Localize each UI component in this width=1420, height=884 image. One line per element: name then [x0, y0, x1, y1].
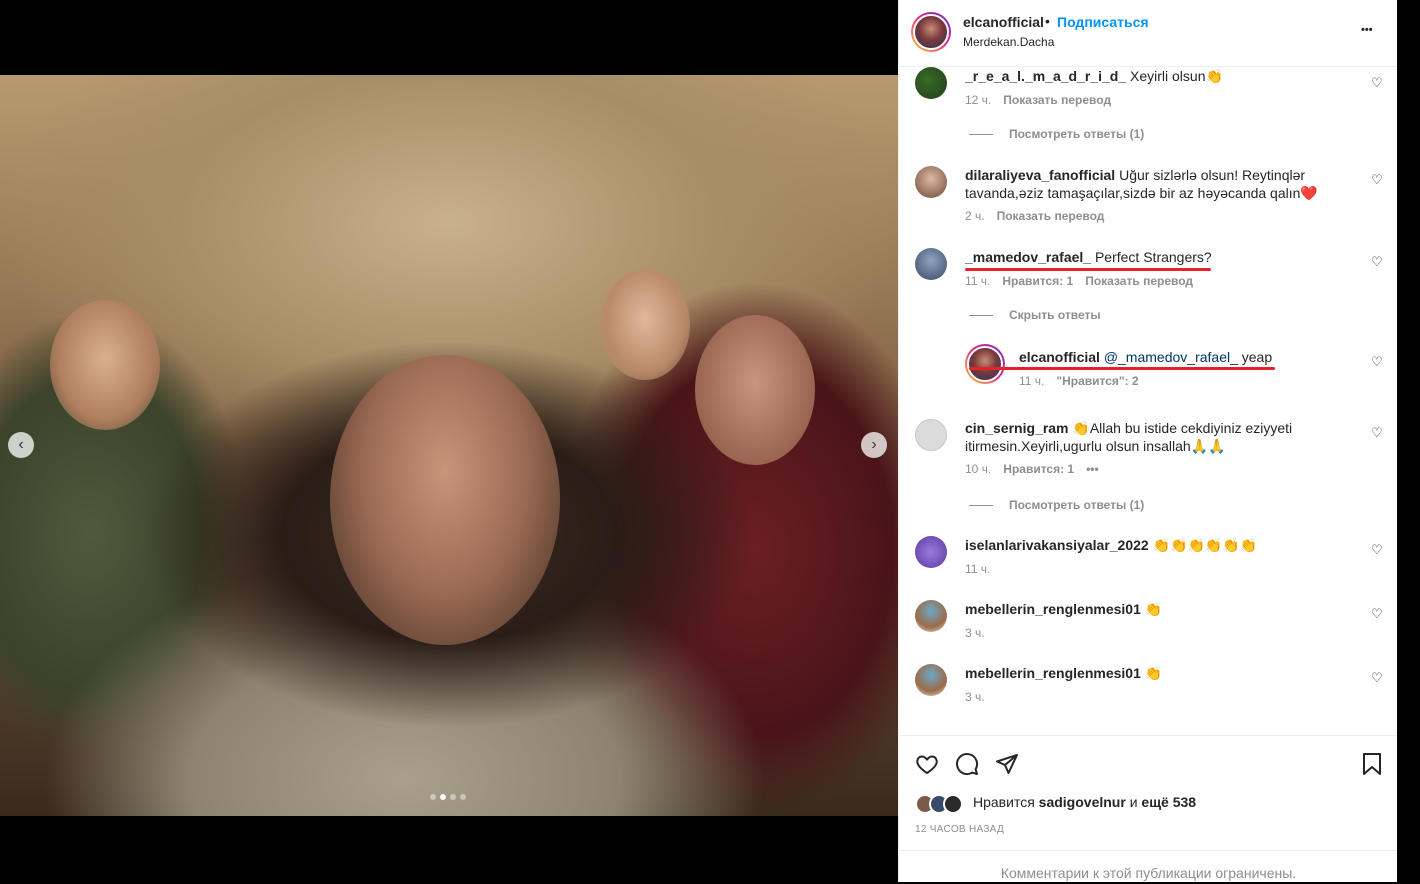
likes-summary: Нравится sadigovelnur и ещё 538 [973, 794, 1196, 810]
comment-text: 👏 [1144, 665, 1163, 681]
slide-dot [430, 794, 436, 800]
header-separator: • [1045, 13, 1050, 29]
like-count[interactable]: Нравится: 1 [1002, 274, 1073, 288]
photo-face-right [695, 315, 815, 465]
comment-username[interactable]: iselanlarivakansiyalar_2022 [965, 537, 1149, 553]
translate-button[interactable]: Показать перевод [1085, 274, 1193, 288]
comment-mention[interactable]: @_mamedov_rafael_ [1104, 349, 1238, 365]
comment-avatar[interactable] [915, 664, 947, 696]
post-side-panel: elcanofficial • Подписаться Merdekan.Dac… [898, 0, 1398, 884]
highlight-underline [965, 268, 1211, 271]
comment-time[interactable]: 12 ч. [965, 93, 991, 107]
comment-avatar[interactable] [915, 419, 947, 451]
like-count[interactable]: "Нравится": 2 [1056, 374, 1138, 388]
bookmark-icon[interactable] [1361, 752, 1383, 776]
view-replies-button[interactable]: Посмотреть ответы (1) [969, 127, 1144, 141]
more-icon[interactable]: ••• [1361, 22, 1373, 38]
comment-avatar[interactable] [915, 536, 947, 568]
comment-avatar[interactable] [915, 67, 947, 99]
heart-icon[interactable]: ♡ [1371, 172, 1383, 188]
page-edge [1397, 0, 1420, 882]
translate-button[interactable]: Показать перевод [1003, 93, 1111, 107]
comment-avatar[interactable] [915, 600, 947, 632]
share-icon[interactable] [995, 752, 1019, 776]
comment-options-button[interactable]: ••• [1086, 462, 1099, 476]
hide-replies-button[interactable]: Скрыть ответы [969, 308, 1101, 322]
slide-dot [460, 794, 466, 800]
next-slide-button[interactable]: › [861, 432, 887, 458]
prev-slide-button[interactable]: ‹ [8, 432, 34, 458]
comment-text: 👏👏👏👏👏👏 [1152, 537, 1258, 553]
comment-time[interactable]: 2 ч. [965, 209, 985, 223]
photo-face-center [600, 270, 690, 380]
heart-icon[interactable]: ♡ [1371, 254, 1383, 270]
post-header: elcanofficial • Подписаться Merdekan.Dac… [899, 0, 1398, 67]
comment-text: yeap [1241, 349, 1273, 365]
heart-icon[interactable]: ♡ [1371, 670, 1383, 686]
follow-button[interactable]: Подписаться [1057, 14, 1149, 30]
comment-avatar[interactable] [915, 166, 947, 198]
liker-avatar[interactable] [943, 794, 963, 814]
view-replies-button[interactable]: Посмотреть ответы (1) [969, 498, 1144, 512]
comment-time[interactable]: 11 ч. [1019, 374, 1044, 388]
slide-indicator [430, 794, 466, 800]
author-avatar[interactable] [911, 12, 951, 52]
comment-list[interactable]: _r_e_a_l._m_a_d_r_i_d_ Xeyirli olsun👏 12… [899, 67, 1398, 735]
comment-icon[interactable] [955, 752, 979, 776]
comment-time[interactable]: 10 ч. [965, 462, 991, 476]
likes-user[interactable]: sadigovelnur [1039, 794, 1126, 810]
post-time[interactable]: 12 ЧАСОВ НАЗАД [915, 824, 1004, 835]
comment-username[interactable]: mebellerin_renglenmesi01 [965, 665, 1141, 681]
comment-time[interactable]: 3 ч. [965, 626, 985, 640]
comment-time[interactable]: 11 ч. [965, 274, 990, 288]
heart-icon[interactable]: ♡ [1371, 606, 1383, 622]
comment-username[interactable]: mebellerin_renglenmesi01 [965, 601, 1141, 617]
comment-text: 👏 [1144, 601, 1163, 617]
comment-username[interactable]: dilaraliyeva_fanofficial [965, 167, 1115, 183]
heart-icon[interactable]: ♡ [1371, 425, 1383, 441]
likes-and: и [1129, 794, 1138, 810]
likes-prefix: Нравится [973, 794, 1035, 810]
post-location[interactable]: Merdekan.Dacha [963, 35, 1054, 49]
comment-username[interactable]: _mamedov_rafael_ [965, 249, 1091, 265]
photo-face-left [50, 300, 160, 430]
comment-text: Xeyirli olsun👏 [1130, 68, 1223, 84]
comment-username[interactable]: cin_sernig_ram [965, 420, 1069, 436]
photo-face-main [330, 355, 560, 645]
heart-icon[interactable]: ♡ [1371, 542, 1383, 558]
heart-icon[interactable] [915, 752, 939, 776]
slide-dot-active [440, 794, 446, 800]
comment-time[interactable]: 3 ч. [965, 690, 985, 704]
comment-avatar[interactable] [915, 248, 947, 280]
comment-username[interactable]: _r_e_a_l._m_a_d_r_i_d_ [965, 68, 1126, 84]
like-count[interactable]: Нравится: 1 [1003, 462, 1074, 476]
slide-dot [450, 794, 456, 800]
comment-username[interactable]: elcanofficial [1019, 349, 1100, 365]
post-photo[interactable] [0, 75, 898, 816]
comment-text: Perfect Strangers? [1094, 249, 1212, 265]
post-actions: Нравится sadigovelnur и ещё 538 12 ЧАСОВ… [899, 735, 1398, 884]
comment-time[interactable]: 11 ч. [965, 562, 990, 576]
heart-icon[interactable]: ♡ [1371, 354, 1383, 370]
highlight-underline [969, 367, 1275, 370]
chevron-right-icon: › [871, 436, 877, 453]
translate-button[interactable]: Показать перевод [997, 209, 1105, 223]
chevron-left-icon: ‹ [18, 436, 24, 453]
post-media: ‹ › [0, 0, 898, 882]
likes-more-button[interactable]: ещё 538 [1141, 794, 1196, 810]
heart-icon[interactable]: ♡ [1371, 75, 1383, 91]
author-username[interactable]: elcanofficial [963, 14, 1044, 30]
reply-avatar[interactable] [965, 344, 1005, 384]
comments-limited-notice: Комментарии к этой публикации ограничены… [899, 850, 1398, 881]
